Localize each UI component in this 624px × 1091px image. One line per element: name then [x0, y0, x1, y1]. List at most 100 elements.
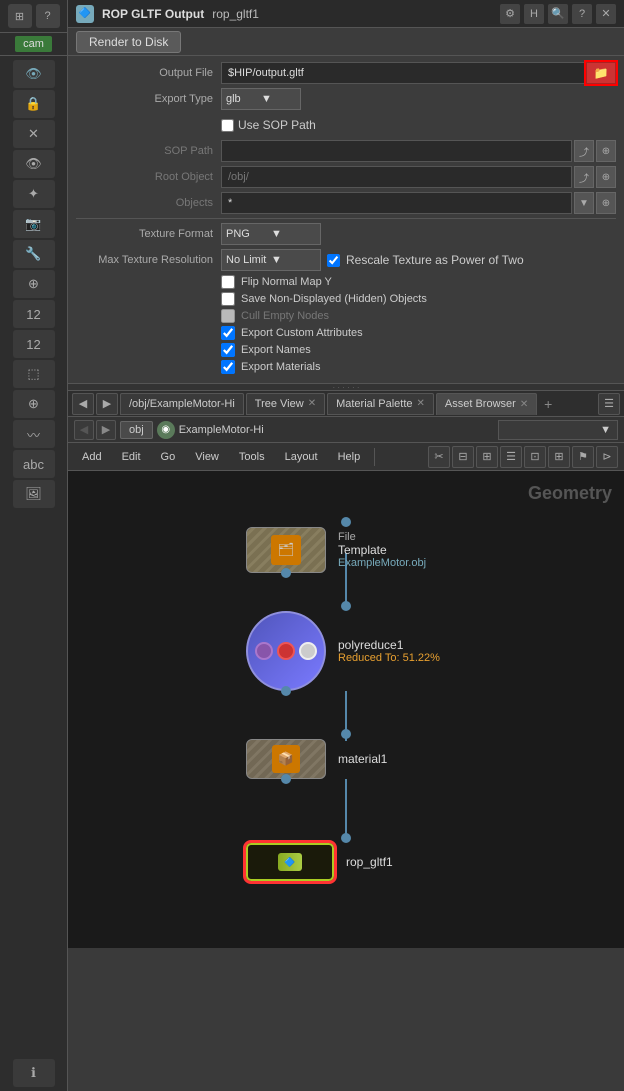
sop-path-jump-btn[interactable]: ⤴: [574, 140, 594, 162]
node-name-title: rop_gltf1: [212, 7, 259, 21]
export-custom-attrs-checkbox[interactable]: [221, 326, 235, 340]
window-title: ROP GLTF Output: [102, 7, 204, 21]
cull-empty-nodes-checkbox[interactable]: [221, 309, 235, 323]
file-type-label: File: [338, 531, 426, 543]
camera-selector[interactable]: cam: [15, 36, 52, 52]
menu-view[interactable]: View: [187, 448, 227, 466]
save-non-displayed-checkbox[interactable]: [221, 292, 235, 306]
nav2-icon[interactable]: ⊳: [596, 446, 618, 468]
lock-icon[interactable]: 🔒: [13, 90, 55, 118]
rect-icon[interactable]: ⬚: [13, 360, 55, 388]
menu-go[interactable]: Go: [153, 448, 184, 466]
tab-tree-view-close-icon[interactable]: ✕: [308, 398, 316, 409]
camera-icon[interactable]: 📷: [13, 210, 55, 238]
info-icon[interactable]: ℹ: [13, 1059, 55, 1087]
root-object-pick-btn[interactable]: ⊕: [596, 166, 616, 188]
file-browse-button[interactable]: 📁: [586, 62, 616, 84]
root-object-jump-btn[interactable]: ⤴: [574, 166, 594, 188]
plusb-icon[interactable]: ⊕: [13, 390, 55, 418]
bc-back-btn[interactable]: ◀: [74, 420, 94, 440]
image-icon[interactable]: 🖼: [13, 480, 55, 508]
objects-pick-btn[interactable]: ⊕: [596, 192, 616, 214]
menu-tools[interactable]: Tools: [231, 448, 273, 466]
tab-add-button[interactable]: +: [539, 395, 557, 413]
polyreduce-node[interactable]: polyreduce1 Reduced To: 51.22%: [246, 611, 440, 691]
file-template-subtitle: ExampleMotor.obj: [338, 557, 426, 569]
tool-icon[interactable]: 🔧: [13, 240, 55, 268]
sop-path-pick-btn[interactable]: ⊕: [596, 140, 616, 162]
bc-obj-button[interactable]: obj: [120, 421, 153, 439]
root-object-input[interactable]: [221, 166, 572, 188]
x-icon[interactable]: ✕: [13, 120, 55, 148]
use-sop-path-checkbox[interactable]: [221, 119, 234, 132]
rescale-texture-checkbox[interactable]: [327, 254, 340, 267]
star-icon[interactable]: ✦: [13, 180, 55, 208]
number12-icon[interactable]: 12: [13, 300, 55, 328]
plus-circle-icon[interactable]: ⊕: [13, 270, 55, 298]
table-icon[interactable]: ⊡: [524, 446, 546, 468]
node-graph[interactable]: Geometry 🗂: [68, 471, 624, 948]
render-to-disk-button[interactable]: Render to Disk: [76, 31, 181, 53]
poly-circle-red: [277, 642, 295, 660]
material-node[interactable]: 📦 material1: [246, 739, 387, 779]
nav-forward-btn[interactable]: ▶: [96, 393, 118, 415]
texture-format-arrow-icon: ▼: [271, 228, 316, 240]
menu-layout[interactable]: Layout: [277, 448, 326, 466]
help-icon[interactable]: ?: [36, 4, 60, 28]
tabs-right: ☰: [598, 393, 620, 415]
tab-options-btn[interactable]: ☰: [598, 393, 620, 415]
eye-icon[interactable]: 👁: [13, 60, 55, 88]
max-texture-dropdown[interactable]: No Limit ▼: [221, 249, 321, 271]
material-name-label: material1: [338, 752, 387, 766]
menu-edit[interactable]: Edit: [114, 448, 149, 466]
flag-icon[interactable]: ⚑: [572, 446, 594, 468]
tab-asset-browser[interactable]: Asset Browser ✕: [436, 393, 537, 415]
snap-icon[interactable]: ✂: [428, 446, 450, 468]
abc-icon[interactable]: abc: [13, 450, 55, 478]
grid-icon[interactable]: ⊞: [8, 4, 32, 28]
texture-format-dropdown[interactable]: PNG ▼: [221, 223, 321, 245]
settings-icon[interactable]: ⚙: [500, 4, 520, 24]
wire-material-to-rop: [345, 779, 347, 834]
resize-handle[interactable]: · · · · · ·: [68, 383, 624, 391]
sop-path-input[interactable]: [221, 140, 572, 162]
menu-add[interactable]: Add: [74, 448, 110, 466]
export-type-dropdown[interactable]: glb ▼: [221, 88, 301, 110]
rop-gltf-node[interactable]: 🔷 rop_gltf1: [246, 843, 393, 881]
h-icon[interactable]: H: [524, 4, 544, 24]
output-file-input-container: 📁: [221, 62, 616, 84]
bc-forward-btn[interactable]: ▶: [96, 420, 116, 440]
search-icon[interactable]: 🔍: [548, 4, 568, 24]
export-names-checkbox[interactable]: [221, 343, 235, 357]
main-content: 🔷 ROP GLTF Output rop_gltf1 ⚙ H 🔍 ? ✕ Re…: [68, 0, 624, 1091]
title-actions: ⚙ H 🔍 ? ✕: [500, 4, 616, 24]
polyreduce-circle: [246, 611, 326, 691]
export-materials-checkbox[interactable]: [221, 360, 235, 374]
tab-tree-view[interactable]: Tree View ✕: [246, 393, 325, 415]
list-icon[interactable]: ☰: [500, 446, 522, 468]
sidebar-icons-list: 👁 🔒 ✕ 👁 ✦ 📷 🔧 ⊕ 12 12 ⬚ ⊕ 〰 abc 🖼: [0, 56, 67, 1055]
wave-icon[interactable]: 〰: [13, 420, 55, 448]
tab-material-palette-close-icon[interactable]: ✕: [417, 398, 425, 409]
nav-back-btn[interactable]: ◀: [72, 393, 94, 415]
breadcrumb-bar: ◀ ▶ obj ◉ ExampleMotor-Hi ▼: [68, 417, 624, 443]
close-icon[interactable]: ✕: [596, 4, 616, 24]
objects-dropdown-btn[interactable]: ▼: [574, 192, 594, 214]
help-btn-icon[interactable]: ?: [572, 4, 592, 24]
output-file-input[interactable]: [221, 62, 616, 84]
align-icon[interactable]: ⊟: [452, 446, 474, 468]
tab-example-motor[interactable]: /obj/ExampleMotor-Hi: [120, 393, 244, 415]
rop-gltf-box: 🔷: [246, 843, 334, 881]
tiles-icon[interactable]: ⊞: [548, 446, 570, 468]
tab-asset-browser-close-icon[interactable]: ✕: [520, 399, 528, 410]
file-template-node[interactable]: 🗂 File Template ExampleMotor.obj: [246, 527, 426, 573]
bc-dd-button[interactable]: ▼: [498, 420, 618, 440]
grid-icon[interactable]: ⊞: [476, 446, 498, 468]
view-icon[interactable]: 👁: [13, 150, 55, 178]
objects-input[interactable]: [221, 192, 572, 214]
menu-help[interactable]: Help: [330, 448, 369, 466]
number12b-icon[interactable]: 12: [13, 330, 55, 358]
tab-material-palette[interactable]: Material Palette ✕: [327, 393, 434, 415]
flip-normal-checkbox[interactable]: [221, 275, 235, 289]
poly-circle-purple: [255, 642, 273, 660]
